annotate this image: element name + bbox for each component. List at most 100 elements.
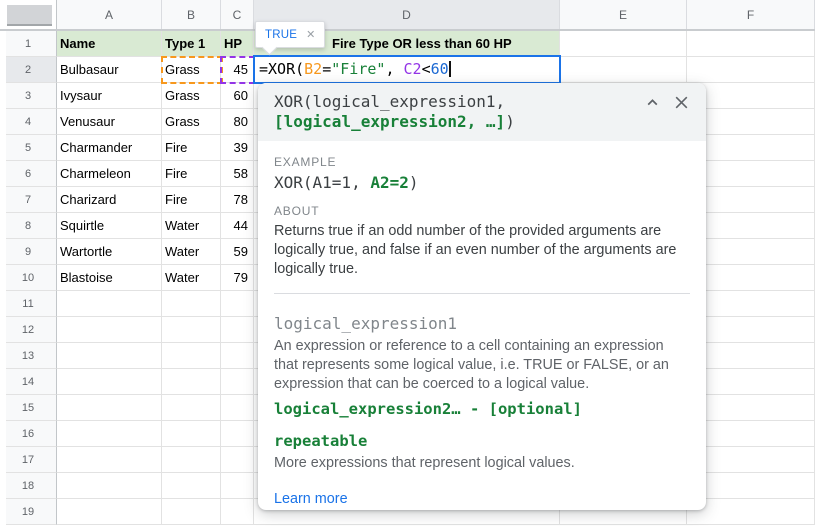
cell-C14[interactable] — [221, 369, 254, 395]
cell-B10[interactable]: Water — [162, 265, 221, 291]
cell-A8[interactable]: Squirtle — [57, 213, 162, 239]
row-header-16[interactable]: 16 — [0, 421, 57, 447]
row-header-3[interactable]: 3 — [0, 83, 57, 109]
cell-F6[interactable] — [687, 161, 815, 187]
column-header-B[interactable]: B — [162, 0, 221, 29]
cell-C11[interactable] — [221, 291, 254, 317]
cell-C17[interactable] — [221, 447, 254, 473]
row-header-4[interactable]: 4 — [0, 109, 57, 135]
cell-B15[interactable] — [162, 395, 221, 421]
cell-B16[interactable] — [162, 421, 221, 447]
cell-A10[interactable]: Blastoise — [57, 265, 162, 291]
column-header-E[interactable]: E — [560, 0, 687, 29]
learn-more-link[interactable]: Learn more — [274, 491, 348, 507]
cell-B14[interactable] — [162, 369, 221, 395]
cell-B6[interactable]: Fire — [162, 161, 221, 187]
cell-F8[interactable] — [687, 213, 815, 239]
cell-A11[interactable] — [57, 291, 162, 317]
cell-C19[interactable] — [221, 499, 254, 525]
cell-C10[interactable]: 79 — [221, 265, 254, 291]
row-header-9[interactable]: 9 — [0, 239, 57, 265]
cell-F2[interactable] — [687, 57, 815, 83]
row-header-6[interactable]: 6 — [0, 161, 57, 187]
row-header-1[interactable]: 1 — [0, 31, 57, 57]
cell-A15[interactable] — [57, 395, 162, 421]
cell-B1[interactable]: Type 1 — [162, 31, 221, 57]
cell-C16[interactable] — [221, 421, 254, 447]
cell-A16[interactable] — [57, 421, 162, 447]
cell-C18[interactable] — [221, 473, 254, 499]
row-header-14[interactable]: 14 — [0, 369, 57, 395]
cell-C12[interactable] — [221, 317, 254, 343]
cell-F4[interactable] — [687, 109, 815, 135]
popup-close-icon[interactable] — [673, 94, 690, 111]
cell-A4[interactable]: Venusaur — [57, 109, 162, 135]
column-header-F[interactable]: F — [687, 0, 815, 29]
cell-B13[interactable] — [162, 343, 221, 369]
cell-A7[interactable]: Charizard — [57, 187, 162, 213]
cell-C15[interactable] — [221, 395, 254, 421]
cell-F13[interactable] — [687, 343, 815, 369]
cell-A19[interactable] — [57, 499, 162, 525]
cell-A9[interactable]: Wartortle — [57, 239, 162, 265]
cell-B18[interactable] — [162, 473, 221, 499]
select-all-corner[interactable] — [0, 0, 57, 29]
cell-E2[interactable] — [560, 57, 687, 83]
row-header-12[interactable]: 12 — [0, 317, 57, 343]
cell-F1[interactable] — [687, 31, 815, 57]
column-header-C[interactable]: C — [221, 0, 254, 29]
cell-F11[interactable] — [687, 291, 815, 317]
cell-F3[interactable] — [687, 83, 815, 109]
cell-B2[interactable]: Grass — [162, 57, 221, 83]
cell-F12[interactable] — [687, 317, 815, 343]
row-header-5[interactable]: 5 — [0, 135, 57, 161]
row-header-2[interactable]: 2 — [0, 57, 57, 83]
row-header-18[interactable]: 18 — [0, 473, 57, 499]
cell-C7[interactable]: 78 — [221, 187, 254, 213]
cell-C13[interactable] — [221, 343, 254, 369]
tooltip-close-icon[interactable]: ✕ — [306, 28, 315, 41]
cell-F14[interactable] — [687, 369, 815, 395]
row-header-11[interactable]: 11 — [0, 291, 57, 317]
cell-B9[interactable]: Water — [162, 239, 221, 265]
cell-C3[interactable]: 60 — [221, 83, 254, 109]
cell-A5[interactable]: Charmander — [57, 135, 162, 161]
cell-A14[interactable] — [57, 369, 162, 395]
cell-A2[interactable]: Bulbasaur — [57, 57, 162, 83]
row-header-8[interactable]: 8 — [0, 213, 57, 239]
row-header-10[interactable]: 10 — [0, 265, 57, 291]
column-header-A[interactable]: A — [57, 0, 162, 29]
cell-F10[interactable] — [687, 265, 815, 291]
cell-B12[interactable] — [162, 317, 221, 343]
row-header-17[interactable]: 17 — [0, 447, 57, 473]
cell-B3[interactable]: Grass — [162, 83, 221, 109]
row-header-19[interactable]: 19 — [0, 499, 57, 525]
cell-F5[interactable] — [687, 135, 815, 161]
cell-B19[interactable] — [162, 499, 221, 525]
cell-C2[interactable]: 45 — [221, 57, 254, 83]
cell-E1[interactable] — [560, 31, 687, 57]
cell-B17[interactable] — [162, 447, 221, 473]
cell-F17[interactable] — [687, 447, 815, 473]
cell-F15[interactable] — [687, 395, 815, 421]
cell-C4[interactable]: 80 — [221, 109, 254, 135]
cell-editor-d2[interactable]: =XOR(B2="Fire", C2<60 — [253, 55, 561, 84]
row-header-15[interactable]: 15 — [0, 395, 57, 421]
cell-F19[interactable] — [687, 499, 815, 525]
cell-C8[interactable]: 44 — [221, 213, 254, 239]
cell-C5[interactable]: 39 — [221, 135, 254, 161]
cell-A1[interactable]: Name — [57, 31, 162, 57]
cell-F9[interactable] — [687, 239, 815, 265]
cell-B4[interactable]: Grass — [162, 109, 221, 135]
cell-A12[interactable] — [57, 317, 162, 343]
cell-B7[interactable]: Fire — [162, 187, 221, 213]
cell-F16[interactable] — [687, 421, 815, 447]
cell-F7[interactable] — [687, 187, 815, 213]
cell-B5[interactable]: Fire — [162, 135, 221, 161]
collapse-chevron-up-icon[interactable] — [645, 95, 660, 110]
cell-A17[interactable] — [57, 447, 162, 473]
cell-F18[interactable] — [687, 473, 815, 499]
cell-A6[interactable]: Charmeleon — [57, 161, 162, 187]
cell-C9[interactable]: 59 — [221, 239, 254, 265]
cell-A18[interactable] — [57, 473, 162, 499]
